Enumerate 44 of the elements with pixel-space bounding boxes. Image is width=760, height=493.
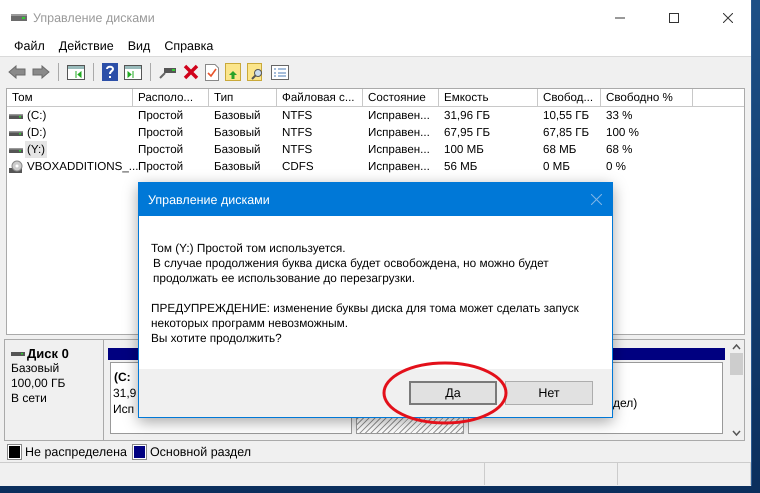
- disk-info: В сети: [11, 391, 48, 406]
- table-cell: Простой: [138, 126, 184, 139]
- disk-info: 100,00 ГБ: [11, 376, 66, 391]
- table-cell: 56 МБ: [444, 160, 478, 173]
- table-cell: Базовый: [214, 126, 261, 139]
- partition-text: 31,9: [113, 385, 138, 401]
- message-text: ПРЕДУПРЕЖДЕНИЕ: изменение буквы диска для тома может сделать запуск некоторых программ невозможным.: [151, 301, 580, 331]
- table-cell: NTFS: [282, 143, 312, 156]
- table-cell: Простой: [138, 109, 184, 122]
- window-title: Управление дисками: [33, 11, 156, 25]
- table-cell: Простой: [138, 160, 184, 173]
- table-cell: 33 %: [606, 109, 632, 122]
- table-cell: Исправен...: [368, 109, 430, 122]
- disk-info: Базовый: [11, 361, 60, 376]
- legend-label: Основной раздел: [150, 445, 252, 459]
- table-cell: Базовый: [214, 160, 261, 173]
- table-cell: 31,96 ГБ: [444, 109, 490, 122]
- table-cell: Простой: [138, 143, 184, 156]
- message-text: Том (Y:) Простой том используется.: [151, 241, 347, 256]
- table-cell: 100 МБ: [444, 143, 484, 156]
- partition-text: Исп: [113, 401, 136, 417]
- table-cell: 67,85 ГБ: [543, 126, 590, 139]
- dialog-title: Управление дисками: [148, 192, 270, 206]
- message-text: Вы хотите продолжить?: [151, 331, 283, 346]
- table-cell: NTFS: [282, 109, 312, 122]
- disk-name: Диск 0: [27, 346, 69, 361]
- table-cell: 0 %: [606, 160, 626, 173]
- table-cell: 100 %: [606, 126, 639, 139]
- table-cell: Исправен...: [368, 126, 430, 139]
- table-cell: Базовый: [214, 109, 261, 122]
- legend-label: Не распределена: [25, 445, 127, 459]
- partition-text: (C:: [113, 369, 132, 385]
- table-cell: NTFS: [282, 126, 312, 139]
- partition-text: дел): [613, 395, 638, 411]
- table-cell: 0 МБ: [543, 160, 570, 173]
- table-cell: 68 %: [606, 143, 632, 156]
- table-cell: 68 МБ: [543, 143, 576, 156]
- table-cell: CDFS: [282, 160, 314, 173]
- table-cell: Исправен...: [368, 160, 430, 173]
- message-text: В случае продолжения буква диска будет освобождена, но можно будет продолжать ее использование до перезагрузки.: [152, 256, 550, 286]
- table-cell: 10,55 ГБ: [543, 109, 590, 122]
- table-cell: Исправен...: [368, 143, 430, 156]
- table-cell: Базовый: [214, 143, 261, 156]
- table-cell: 67,95 ГБ: [444, 126, 490, 139]
